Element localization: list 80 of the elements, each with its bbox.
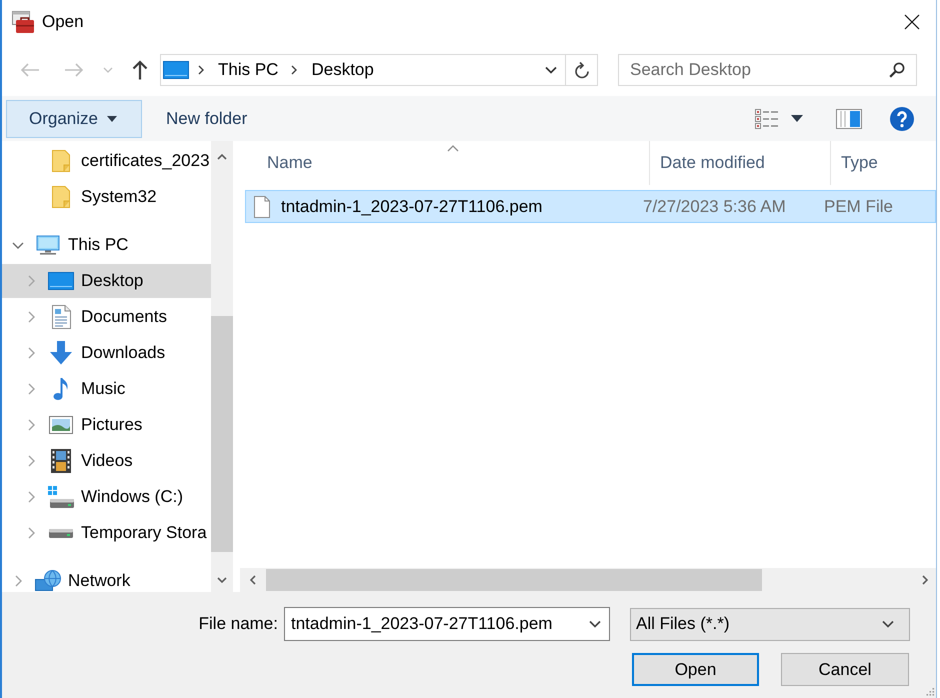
- tree-item[interactable]: Music: [2, 372, 211, 406]
- arrow-down-icon: [49, 341, 73, 365]
- drive-icon: [48, 486, 74, 508]
- network-icon: [35, 570, 61, 592]
- tree-item[interactable]: Temporary Stora: [2, 516, 211, 550]
- column-header[interactable]: Date modified: [650, 141, 831, 185]
- tree-item[interactable]: Documents: [2, 300, 211, 334]
- tree-item[interactable]: This PC: [2, 228, 211, 262]
- file-name-combobox[interactable]: tntadmin-1_2023-07-27T1106.pem: [284, 607, 610, 641]
- tree-item[interactable]: Videos: [2, 444, 211, 478]
- chevron-right-icon[interactable]: [922, 575, 928, 585]
- caret-down-icon[interactable]: [791, 115, 803, 122]
- tree-item[interactable]: Pictures: [2, 408, 211, 442]
- chevron-down-icon[interactable]: [217, 577, 227, 583]
- file-name: tntadmin-1_2023-07-27T1106.pem: [281, 196, 542, 216]
- scrollbar-thumb[interactable]: [211, 316, 233, 552]
- arrow-right-icon: [64, 62, 84, 78]
- tree-item[interactable]: Windows (C:): [2, 480, 211, 514]
- chevron-down-icon: [882, 620, 894, 628]
- date-modified: 7/27/2023 5:36 AM: [643, 196, 786, 216]
- chevron-up-icon[interactable]: [217, 154, 227, 160]
- screen-icon: [163, 61, 189, 79]
- scrollbar[interactable]: [211, 141, 233, 592]
- drive-icon: [48, 528, 74, 538]
- screen-icon: [48, 272, 74, 290]
- address-bar[interactable]: This PC Desktop: [160, 54, 598, 86]
- chevron-down-icon: [103, 67, 113, 73]
- chevron-right-icon[interactable]: [28, 491, 34, 503]
- breadcrumb[interactable]: This PC: [214, 55, 282, 85]
- details-view-icon[interactable]: [755, 108, 779, 128]
- window-title: Open: [42, 12, 84, 32]
- file-icon: [254, 196, 270, 218]
- document-icon: [51, 305, 71, 329]
- chevron-right-icon[interactable]: [14, 575, 22, 587]
- column-header[interactable]: Type: [831, 141, 936, 185]
- preview-pane-icon[interactable]: [836, 108, 862, 128]
- chevron-right-icon[interactable]: [28, 383, 34, 395]
- search-icon: [889, 62, 905, 78]
- new-folder-button[interactable]: New folder: [153, 100, 260, 138]
- chevron-right-icon[interactable]: [28, 347, 34, 359]
- scrollbar[interactable]: [240, 568, 936, 592]
- chevron-right-icon[interactable]: [28, 527, 34, 539]
- resize-grip-icon: [925, 687, 935, 697]
- chevron-right-icon: [291, 65, 298, 75]
- music-note-icon: [53, 377, 69, 401]
- caret-down-icon: [106, 116, 117, 122]
- file-type-dropdown[interactable]: All Files (*.*): [630, 608, 910, 640]
- file-type: PEM File: [824, 196, 893, 216]
- chevron-down-icon: [589, 620, 601, 628]
- tree-item[interactable]: certificates_2023: [2, 144, 211, 178]
- chevron-right-icon[interactable]: [28, 455, 34, 467]
- tree-item[interactable]: Downloads: [2, 336, 211, 370]
- scrollbar-thumb[interactable]: [266, 569, 762, 591]
- column-header[interactable]: Name: [257, 141, 650, 185]
- close-icon: [904, 14, 920, 30]
- folder-icon: [52, 186, 70, 208]
- chevron-right-icon[interactable]: [28, 419, 34, 431]
- folder-icon: [52, 150, 70, 172]
- help-icon[interactable]: [890, 106, 914, 130]
- dialog-button[interactable]: Cancel: [781, 653, 909, 686]
- chevron-left-icon[interactable]: [250, 575, 256, 585]
- chevron-right-icon[interactable]: [28, 311, 34, 323]
- monitor-icon: [36, 235, 60, 255]
- dialog-button[interactable]: Open: [632, 653, 759, 686]
- picture-icon: [49, 416, 73, 434]
- file-row[interactable]: tntadmin-1_2023-07-27T1106.pem 7/27/2023 5:36 AM PEM File: [245, 190, 936, 223]
- tree-item[interactable]: Network: [2, 564, 211, 592]
- refresh-icon: [574, 61, 590, 79]
- film-strip-icon: [51, 449, 71, 473]
- tree-item[interactable]: System32: [2, 180, 211, 214]
- arrow-up-icon: [132, 60, 148, 80]
- search-field[interactable]: Search Desktop: [618, 54, 917, 86]
- chevron-down-icon[interactable]: [545, 66, 557, 74]
- arrow-left-icon: [20, 62, 40, 78]
- field-label: File name:: [198, 614, 278, 634]
- breadcrumb[interactable]: Desktop: [307, 55, 378, 85]
- chevron-right-icon: [198, 65, 204, 75]
- tree-item[interactable]: Desktop: [2, 264, 211, 298]
- organize-button[interactable]: Organize: [6, 100, 142, 138]
- toolbox-icon: [12, 11, 34, 33]
